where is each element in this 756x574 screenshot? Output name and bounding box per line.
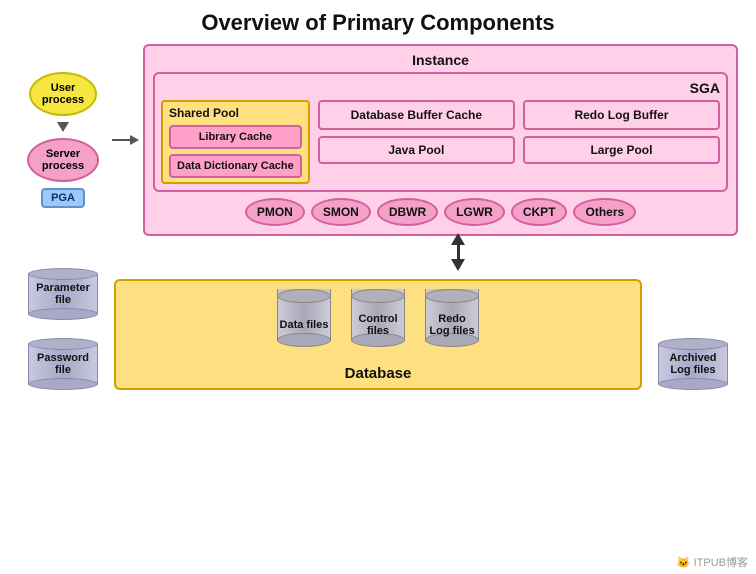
server-process: Server process xyxy=(27,138,99,182)
data-dictionary-cache-box: Data Dictionary Cache xyxy=(169,154,302,178)
database-buffer-cache-box: Database Buffer Cache xyxy=(318,100,515,130)
arrow-right-icon xyxy=(112,135,139,145)
large-pool-box: Large Pool xyxy=(523,136,720,164)
shared-pool-label: Shared Pool xyxy=(169,106,302,120)
vertical-arrow-section xyxy=(451,236,465,268)
archived-log-files-cylinder: Archived Log files xyxy=(653,338,733,390)
control-files-cylinder: Control files xyxy=(346,289,410,361)
top-section: User process Server process PGA Instance… xyxy=(18,44,738,236)
dbwr-oval: DBWR xyxy=(377,198,438,226)
database-label: Database xyxy=(345,365,412,382)
user-process: User process xyxy=(29,72,97,116)
password-file-cylinder: Password file xyxy=(23,338,103,390)
pmon-oval: PMON xyxy=(245,198,305,226)
diagram-area: User process Server process PGA Instance… xyxy=(18,44,738,390)
library-cache-box: Library Cache xyxy=(169,125,302,149)
database-box: Data files Control files xyxy=(114,279,642,390)
sga-label: SGA xyxy=(161,80,720,96)
instance-label: Instance xyxy=(153,52,728,68)
pga-badge: PGA xyxy=(41,188,85,208)
right-file-cylinders: Archived Log files xyxy=(648,338,738,390)
bg-processes: PMON SMON DBWR LGWR CKPT Others xyxy=(161,198,720,226)
page-title: Overview of Primary Components xyxy=(201,10,554,36)
bottom-section: Parameter file Password file xyxy=(18,268,738,390)
ckpt-oval: CKPT xyxy=(511,198,568,226)
data-files-cylinder: Data files xyxy=(272,289,336,361)
lgwr-oval: LGWR xyxy=(444,198,505,226)
shared-pool-box: Shared Pool Library Cache Data Dictionar… xyxy=(161,100,310,184)
parameter-file-cylinder: Parameter file xyxy=(23,268,103,320)
sga-right: Database Buffer Cache Redo Log Buffer Ja… xyxy=(318,100,720,184)
redo-log-files-cylinder: Redo Log files xyxy=(420,289,484,361)
redo-log-buffer-box: Redo Log Buffer xyxy=(523,100,720,130)
arrow-down-icon xyxy=(57,122,69,132)
java-pool-box: Java Pool xyxy=(318,136,515,164)
bidirectional-arrow-icon xyxy=(451,233,465,271)
sga-box: SGA Shared Pool Library Cache Data Dicti… xyxy=(153,72,728,192)
left-file-cylinders: Parameter file Password file xyxy=(18,268,108,390)
others-oval: Others xyxy=(573,198,636,226)
sga-right-bottom: Java Pool Large Pool xyxy=(318,136,720,164)
sga-right-top: Database Buffer Cache Redo Log Buffer xyxy=(318,100,720,130)
watermark: 🐱 ITPUB博客 xyxy=(677,554,748,570)
sga-content: Shared Pool Library Cache Data Dictionar… xyxy=(161,100,720,184)
smon-oval: SMON xyxy=(311,198,371,226)
database-files-row: Data files Control files xyxy=(272,289,484,361)
instance-box: Instance SGA Shared Pool Library Cache D… xyxy=(143,44,738,236)
left-processes: User process Server process PGA xyxy=(18,72,108,208)
